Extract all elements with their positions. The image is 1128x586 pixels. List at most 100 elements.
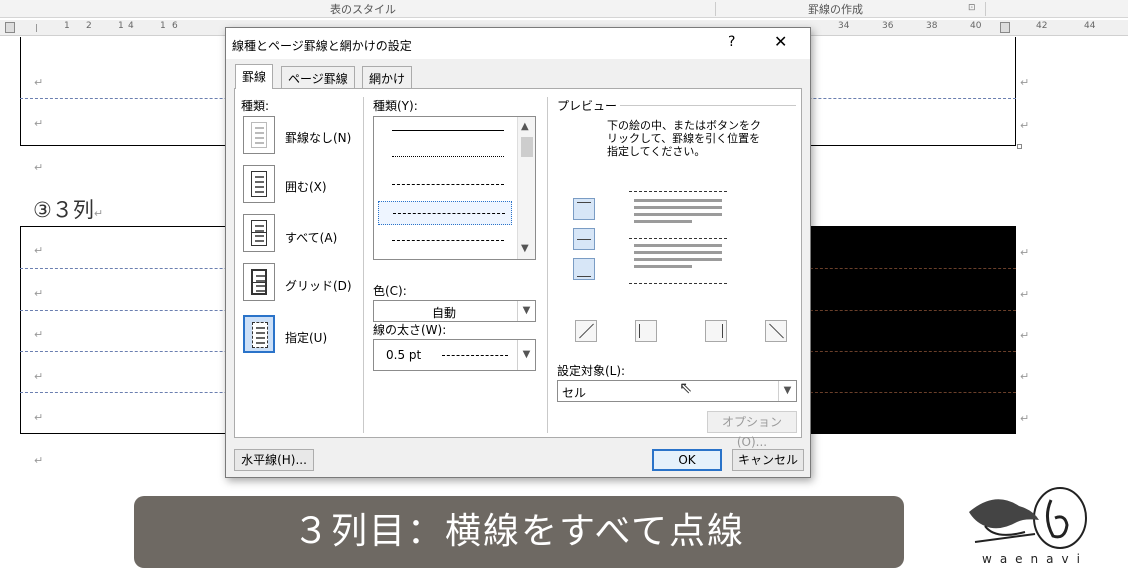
preview-text-line bbox=[634, 244, 722, 247]
border-diagonal-down-button[interactable] bbox=[765, 320, 787, 342]
setting-none-label[interactable]: 罫線なし(N) bbox=[285, 129, 351, 146]
ribbon-separator bbox=[985, 2, 986, 16]
logo-wordmark: waenavi bbox=[982, 552, 1088, 566]
ruler-column-marker[interactable] bbox=[1000, 22, 1010, 33]
options-button[interactable]: オプション(O)... bbox=[707, 411, 797, 449]
cell-end-mark: ↵ bbox=[34, 117, 44, 130]
borders-and-shading-dialog[interactable]: 線種とページ罫線と網かけの設定 ? ✕ 罫線 ページ罫線 網かけ 種類: 罫線な… bbox=[225, 27, 811, 478]
width-preview-line bbox=[442, 355, 508, 356]
horizontal-line-button[interactable]: 水平線(H)... bbox=[234, 449, 314, 471]
line-style-dash-dot[interactable] bbox=[378, 229, 512, 253]
cell-end-mark: ↵ bbox=[34, 76, 44, 89]
ruler-number: 34 bbox=[838, 21, 850, 31]
preview-middle-border bbox=[629, 238, 727, 239]
border-bottom-button[interactable] bbox=[573, 258, 595, 280]
setting-all-label[interactable]: すべて(A) bbox=[285, 229, 337, 246]
apply-to-select[interactable]: セル ▼ bbox=[557, 380, 797, 402]
border-top-button[interactable] bbox=[573, 198, 595, 220]
border-preview-diagram[interactable] bbox=[629, 189, 729, 287]
preview-text-line bbox=[634, 251, 722, 254]
borders-tab-panel: 種類: 罫線なし(N) 囲む(X) すべて(A) グリッド(D) 指定(U) 種… bbox=[234, 88, 802, 449]
cancel-button[interactable]: キャンセル bbox=[732, 449, 804, 471]
paragraph-mark: ↵ bbox=[34, 161, 44, 174]
preview-text-line bbox=[634, 206, 722, 209]
setting-grid-icon[interactable] bbox=[243, 263, 275, 301]
setting-none-icon[interactable] bbox=[243, 116, 275, 154]
close-button[interactable]: ✕ bbox=[774, 32, 787, 51]
dialog-titlebar[interactable]: 線種とページ罫線と網かけの設定 ? ✕ bbox=[226, 28, 810, 59]
setting-all-icon[interactable] bbox=[243, 214, 275, 252]
setting-box-icon[interactable] bbox=[243, 165, 275, 203]
cell-end-mark: ↵ bbox=[34, 328, 44, 341]
tab-page-border[interactable]: ページ罫線 bbox=[281, 66, 355, 88]
selected-row-line bbox=[810, 351, 1016, 352]
apply-to-value: セル bbox=[562, 386, 587, 400]
scroll-down-arrow-icon[interactable]: ▼ bbox=[521, 243, 529, 254]
line-style-list[interactable]: ▲ ▼ bbox=[373, 116, 536, 260]
line-style-dash[interactable] bbox=[378, 201, 512, 225]
paragraph-mark: ↵ bbox=[93, 207, 104, 220]
ribbon-separator bbox=[715, 2, 716, 16]
color-label: 色(C): bbox=[373, 284, 407, 298]
row-end-mark: ↵ bbox=[1020, 76, 1030, 89]
dialog-launcher-icon[interactable]: ⊡ bbox=[968, 3, 976, 13]
cell-end-mark: ↵ bbox=[34, 244, 44, 257]
ruler-number: 1 bbox=[160, 21, 166, 31]
ok-button[interactable]: OK bbox=[652, 449, 722, 471]
setting-custom-label[interactable]: 指定(U) bbox=[285, 329, 327, 346]
selected-row-line bbox=[810, 392, 1016, 393]
preview-group-rule bbox=[620, 105, 796, 106]
cell-end-mark: ↵ bbox=[34, 370, 44, 383]
selected-row-line bbox=[810, 268, 1016, 269]
selected-column-3[interactable] bbox=[810, 226, 1016, 434]
tab-shading[interactable]: 網かけ bbox=[362, 66, 413, 88]
style-label: 種類(Y): bbox=[373, 99, 418, 113]
line-style-fine-dash[interactable] bbox=[378, 173, 512, 197]
ruler-number: 4 bbox=[128, 21, 134, 31]
style-list-scrollbar[interactable]: ▲ ▼ bbox=[517, 117, 535, 259]
setting-custom-icon[interactable] bbox=[243, 315, 275, 353]
color-select[interactable]: 自動 ▼ bbox=[373, 300, 536, 322]
chevron-down-icon[interactable]: ▼ bbox=[517, 340, 535, 370]
cell-end-mark: ↵ bbox=[34, 411, 44, 424]
table-resize-handle[interactable] bbox=[1017, 144, 1022, 149]
scroll-thumb[interactable] bbox=[521, 137, 533, 157]
section-heading: ③３列↵ bbox=[33, 198, 104, 222]
caption-banner: ３列目：横線をすべて点線 bbox=[134, 496, 904, 568]
chevron-down-icon[interactable]: ▼ bbox=[778, 381, 796, 401]
ruler-number: 36 bbox=[882, 21, 894, 31]
ruler-number: 40 bbox=[970, 21, 982, 31]
help-button[interactable]: ? bbox=[728, 34, 735, 50]
scroll-up-arrow-icon[interactable]: ▲ bbox=[521, 121, 529, 132]
border-left-button[interactable] bbox=[635, 320, 657, 342]
ruler-number: 1 bbox=[118, 21, 124, 31]
setting-grid-label[interactable]: グリッド(D) bbox=[285, 277, 352, 294]
mouse-cursor-icon: ⇖ bbox=[679, 378, 693, 397]
line-style-solid[interactable] bbox=[378, 119, 512, 143]
dialog-title: 線種とページ罫線と網かけの設定 bbox=[232, 39, 412, 53]
border-diagonal-up-button[interactable] bbox=[575, 320, 597, 342]
ruler-number: 44 bbox=[1084, 21, 1096, 31]
row-end-mark: ↵ bbox=[1020, 412, 1030, 425]
width-select[interactable]: 0.5 pt ▼ bbox=[373, 339, 536, 371]
tab-borders[interactable]: 罫線 bbox=[235, 64, 274, 89]
preview-text-line bbox=[634, 199, 722, 202]
border-inside-horizontal-button[interactable] bbox=[573, 228, 595, 250]
borders-group-label: 罫線の作成 bbox=[808, 3, 863, 16]
ruler-number: 1 bbox=[64, 21, 70, 31]
ribbon-group-strip: 表のスタイル 罫線の作成 ⊡ bbox=[0, 0, 1128, 18]
selected-row-line bbox=[810, 310, 1016, 311]
border-right-button[interactable] bbox=[705, 320, 727, 342]
row-end-mark: ↵ bbox=[1020, 370, 1030, 383]
chevron-down-icon[interactable]: ▼ bbox=[517, 301, 535, 321]
preview-text-line bbox=[634, 220, 692, 223]
setting-box-label[interactable]: 囲む(X) bbox=[285, 178, 327, 195]
line-style-dotted[interactable] bbox=[378, 145, 512, 169]
column-divider bbox=[363, 97, 364, 433]
width-value: 0.5 pt bbox=[386, 348, 422, 362]
ruler-left-margin-marker[interactable] bbox=[5, 22, 15, 33]
preview-text-line bbox=[634, 213, 722, 216]
color-value: 自動 bbox=[432, 306, 457, 320]
ruler-number: 42 bbox=[1036, 21, 1048, 31]
row-end-mark: ↵ bbox=[1020, 246, 1030, 259]
